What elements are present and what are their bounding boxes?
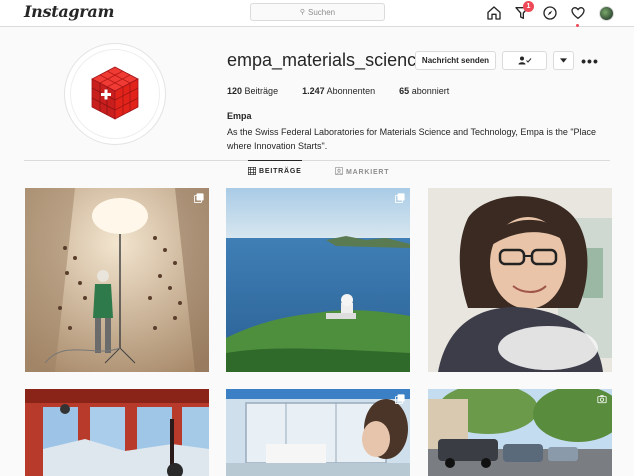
more-options-button[interactable]: ••• <box>580 51 600 70</box>
instagram-logo[interactable]: Instagram <box>24 2 114 21</box>
chevron-down-icon <box>560 58 567 63</box>
heart-icon[interactable] <box>568 3 588 27</box>
search-placeholder: Suchen <box>308 7 336 17</box>
post-image-cable-car <box>25 389 209 476</box>
profile-username: empa_materials_science <box>227 50 427 70</box>
followers-count: 1.247 <box>302 86 325 96</box>
tab-posts-label: BEITRÄGE <box>259 168 302 175</box>
nav-icons: 1 <box>484 1 624 27</box>
followers-stat[interactable]: 1.247 Abonnenten <box>302 86 375 96</box>
post-image-scientist-portrait <box>428 188 612 372</box>
post-thumbnail[interactable] <box>226 389 410 476</box>
compass-icon[interactable] <box>540 3 560 23</box>
profile-avatar-icon[interactable] <box>596 3 616 23</box>
tab-tagged[interactable]: MARKIERT <box>335 161 389 183</box>
post-thumbnail[interactable] <box>226 188 410 372</box>
posts-count: 120 <box>227 86 243 96</box>
tabs-divider <box>24 160 610 161</box>
following-label: abonniert <box>411 86 450 96</box>
post-thumbnail[interactable] <box>25 389 209 476</box>
following-count: 65 <box>399 86 410 96</box>
home-icon[interactable] <box>484 3 504 23</box>
post-thumbnail[interactable] <box>428 389 612 476</box>
multiple-images-icon <box>395 394 405 404</box>
posts-label: Beiträge <box>244 86 279 96</box>
empa-logo <box>70 49 160 139</box>
post-image-street-cars <box>428 389 612 476</box>
suggestions-dropdown-button[interactable] <box>553 51 574 70</box>
tab-posts[interactable]: BEITRÄGE <box>248 160 302 182</box>
send-message-button[interactable]: Nachricht senden <box>415 51 496 70</box>
profile-avatar[interactable] <box>64 43 166 145</box>
multiple-images-icon <box>395 193 405 203</box>
multiple-images-icon <box>194 193 204 203</box>
person-check-icon <box>518 56 531 65</box>
following-button[interactable] <box>502 51 547 70</box>
profile-full-name: Empa <box>227 111 252 121</box>
posts-stat: 120 Beiträge <box>227 86 278 96</box>
post-image-coast <box>226 188 410 372</box>
red-cube-icon <box>91 66 139 120</box>
following-stat[interactable]: 65 abonniert <box>399 86 449 96</box>
tag-icon <box>335 167 343 177</box>
post-thumbnail[interactable] <box>428 188 612 372</box>
post-image-lab-bench <box>226 389 410 476</box>
camera-icon <box>597 395 607 404</box>
profile-stats: 120 Beiträge 1.247 Abonnenten 65 abonnie… <box>227 86 473 96</box>
notification-badge: 1 <box>523 1 534 12</box>
post-image-lab-room <box>25 188 209 372</box>
filter-icon[interactable]: 1 <box>512 1 534 23</box>
avatar <box>598 5 614 21</box>
top-navigation-bar: Instagram ⚲ Suchen 1 <box>0 0 634 27</box>
post-thumbnail[interactable] <box>25 188 209 372</box>
search-icon: ⚲ <box>299 9 305 16</box>
grid-icon <box>248 166 256 177</box>
profile-bio: As the Swiss Federal Laboratories for Ma… <box>227 127 597 151</box>
tab-tagged-label: MARKIERT <box>346 168 390 176</box>
search-input[interactable]: ⚲ Suchen <box>250 3 385 21</box>
activity-dot <box>576 24 579 27</box>
followers-label: Abonnenten <box>326 86 376 96</box>
